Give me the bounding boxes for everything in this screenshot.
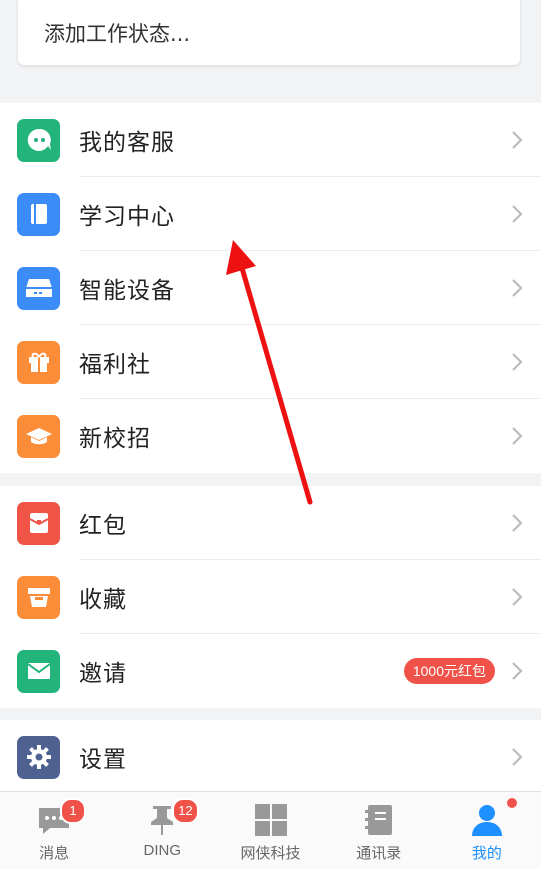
menu-item-label: 福利社 (79, 352, 151, 378)
menu-item-red-packet[interactable]: 红包 (0, 486, 541, 560)
envelope-icon (17, 649, 60, 693)
chevron-right-icon (512, 205, 523, 223)
menu-group-wallet: 红包 收藏 邀请 1000元红包 (0, 486, 541, 708)
contacts-book-icon (364, 805, 392, 835)
chevron-right-icon (512, 514, 523, 532)
tab-label: 我的 (471, 844, 502, 862)
menu-item-label: 设置 (79, 747, 127, 773)
menu-group-settings: 设置 (0, 720, 541, 794)
chevron-right-icon (512, 353, 523, 371)
notification-dot (507, 798, 518, 808)
device-icon (17, 266, 60, 310)
invite-reward-badge: 1000元红包 (403, 658, 495, 684)
unread-count-badge: 1 (60, 798, 86, 824)
chevron-right-icon (512, 279, 523, 297)
menu-item-label: 智能设备 (79, 278, 175, 304)
menu-item-campus-recruit[interactable]: 新校招 (0, 399, 541, 473)
menu-item-label: 收藏 (79, 587, 127, 613)
tab-me[interactable]: 我的 (433, 792, 541, 869)
work-status-placeholder: 添加工作状态... (44, 21, 191, 46)
menu-item-label: 学习中心 (79, 204, 175, 230)
tab-workspace[interactable]: 网侠科技 (216, 792, 324, 869)
menu-item-label: 邀请 (79, 661, 127, 687)
menu-item-customer-service[interactable]: 我的客服 (0, 103, 541, 177)
tab-label: 通讯录 (356, 844, 402, 862)
chevron-right-icon (512, 131, 523, 149)
work-status-card[interactable]: 添加工作状态... (18, 0, 520, 65)
chevron-right-icon (512, 662, 523, 680)
menu-item-smart-devices[interactable]: 智能设备 (0, 251, 541, 325)
tab-label: 消息 (39, 844, 70, 862)
menu-item-settings[interactable]: 设置 (0, 720, 541, 794)
tab-messages[interactable]: 1 消息 (0, 792, 108, 869)
bottom-tab-bar: 1 消息 12 DING 网侠科技 通讯录 我的 (0, 791, 541, 869)
menu-group-services: 我的客服 学习中心 智能设备 福利社 新校招 (0, 103, 541, 473)
ding-count-badge: 12 (172, 798, 199, 824)
red-packet-icon (17, 501, 60, 545)
graduation-cap-icon (17, 414, 60, 458)
chevron-right-icon (512, 427, 523, 445)
grid-icon (254, 804, 287, 836)
menu-item-welfare[interactable]: 福利社 (0, 325, 541, 399)
menu-item-invite[interactable]: 邀请 1000元红包 (0, 634, 541, 708)
gift-icon (17, 340, 60, 384)
favorites-box-icon (17, 575, 60, 619)
menu-item-learning-center[interactable]: 学习中心 (0, 177, 541, 251)
gear-icon (17, 735, 60, 779)
book-icon (17, 192, 60, 236)
tab-ding[interactable]: 12 DING (108, 792, 216, 869)
menu-item-label: 我的客服 (79, 130, 175, 156)
chevron-right-icon (512, 748, 523, 766)
tab-label: DING (143, 842, 182, 859)
menu-item-favorites[interactable]: 收藏 (0, 560, 541, 634)
tab-label: 网侠科技 (240, 844, 301, 862)
tab-contacts[interactable]: 通讯录 (325, 792, 433, 869)
menu-item-label: 新校招 (79, 426, 151, 452)
chevron-right-icon (512, 588, 523, 606)
menu-item-label: 红包 (79, 513, 127, 539)
customer-service-icon (17, 118, 60, 162)
person-icon (471, 805, 502, 836)
